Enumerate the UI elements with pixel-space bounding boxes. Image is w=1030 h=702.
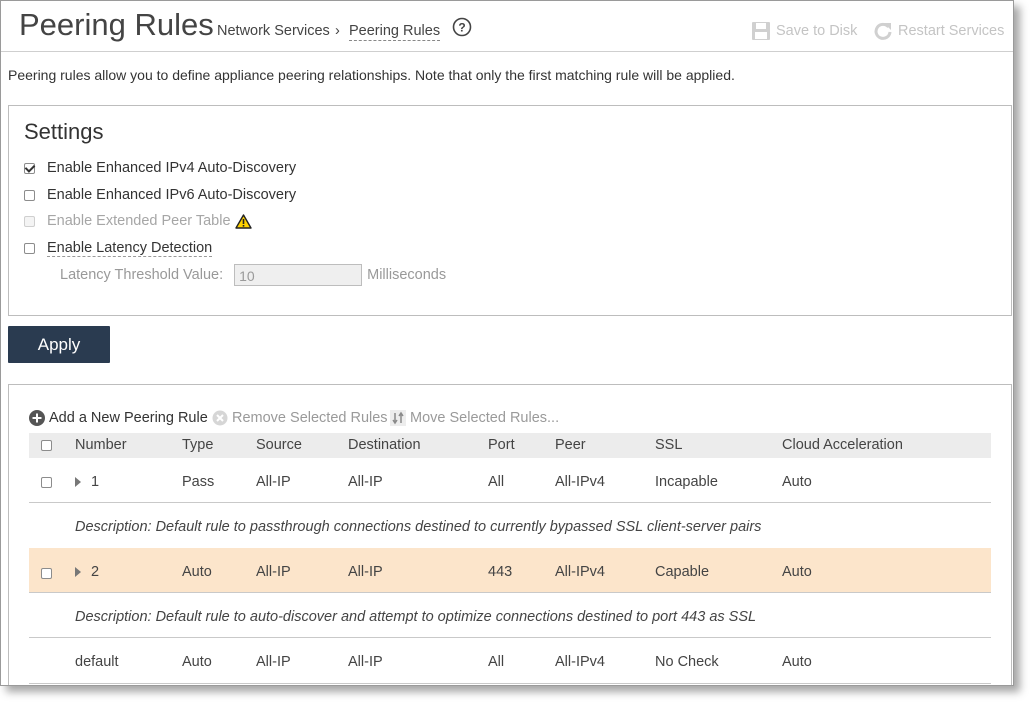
latency-threshold-label: Latency Threshold Value: xyxy=(60,267,224,283)
move-rules-button[interactable]: Move Selected Rules... xyxy=(390,410,559,426)
row-checkbox[interactable] xyxy=(41,568,52,579)
cell-peer: All-IPv4 xyxy=(555,474,605,490)
select-all-checkbox[interactable] xyxy=(41,440,52,451)
cell-type: Auto xyxy=(182,654,212,670)
restart-services-label: Restart Services xyxy=(898,23,1005,39)
row-description: Description: Default rule to auto-discov… xyxy=(75,609,757,625)
restart-services-button[interactable]: Restart Services xyxy=(873,21,1004,41)
row-divider xyxy=(29,683,991,684)
warning-icon[interactable] xyxy=(234,213,252,229)
cell-cloud-acceleration: Auto xyxy=(782,474,812,490)
ipv6-autodiscovery-option[interactable]: Enable Enhanced IPv6 Auto-Discovery xyxy=(24,187,296,203)
cell-destination: All-IP xyxy=(348,564,383,580)
col-peer[interactable]: Peer xyxy=(555,437,586,453)
breadcrumb-peering-rules[interactable]: Peering Rules xyxy=(349,23,441,41)
cell-port: All xyxy=(488,654,505,670)
col-number[interactable]: Number xyxy=(75,437,127,453)
ipv6-autodiscovery-checkbox[interactable] xyxy=(24,189,35,201)
help-icon[interactable]: ? xyxy=(452,17,472,37)
table-row-default[interactable]: default Auto All-IP All-IP All All-IPv4 … xyxy=(29,641,991,685)
extended-peer-table-label: Enable Extended Peer Table xyxy=(47,213,231,229)
cell-source: All-IP xyxy=(256,564,291,580)
latency-detection-label: Enable Latency Detection xyxy=(47,240,213,257)
expand-triangle-icon[interactable] xyxy=(75,477,81,487)
ipv4-autodiscovery-label: Enable Enhanced IPv4 Auto-Discovery xyxy=(47,160,297,176)
extended-peer-table-option: Enable Extended Peer Table xyxy=(24,213,252,229)
col-source[interactable]: Source xyxy=(256,437,302,453)
expand-triangle-icon[interactable] xyxy=(75,567,81,577)
latency-detection-checkbox[interactable] xyxy=(24,243,35,254)
latency-threshold-input[interactable]: 10 xyxy=(234,264,363,286)
restart-icon xyxy=(874,22,892,40)
table-header: Number Type Source Destination Port Peer… xyxy=(29,433,991,458)
cell-source: All-IP xyxy=(256,654,291,670)
header-divider xyxy=(1,51,1013,52)
cell-destination: All-IP xyxy=(348,474,383,490)
col-destination[interactable]: Destination xyxy=(348,437,421,453)
cell-destination: All-IP xyxy=(348,654,383,670)
intro-text: Peering rules allow you to define applia… xyxy=(8,67,735,83)
apply-button[interactable]: Apply xyxy=(8,326,110,363)
move-rules-label: Move Selected Rules... xyxy=(410,410,560,426)
latency-detection-option[interactable]: Enable Latency Detection xyxy=(24,240,213,257)
page-title: Peering Rules xyxy=(19,7,214,42)
ipv4-autodiscovery-option[interactable]: Enable Enhanced IPv4 Auto-Discovery xyxy=(24,160,296,176)
ipv4-autodiscovery-checkbox[interactable] xyxy=(24,162,35,174)
col-port[interactable]: Port xyxy=(488,437,515,453)
svg-text:?: ? xyxy=(458,21,465,35)
cell-ssl: No Check xyxy=(655,654,719,670)
row-divider xyxy=(29,592,991,593)
cell-cloud-acceleration: Auto xyxy=(782,564,812,580)
cell-type: Pass xyxy=(182,474,215,490)
remove-rules-button[interactable]: Remove Selected Rules xyxy=(212,410,388,426)
add-rule-button[interactable]: Add a New Peering Rule xyxy=(29,410,208,426)
settings-panel: Settings Enable Enhanced IPv4 Auto-Disco… xyxy=(8,105,1012,316)
breadcrumb-separator: › xyxy=(335,23,340,39)
remove-circle-icon xyxy=(212,410,228,426)
cell-type: Auto xyxy=(182,564,212,580)
cell-number: 2 xyxy=(91,564,100,580)
latency-unit-label: Milliseconds xyxy=(367,267,447,283)
settings-title: Settings xyxy=(24,119,104,144)
cell-peer: All-IPv4 xyxy=(555,564,605,580)
cell-ssl: Capable xyxy=(655,564,710,580)
breadcrumb-network-services[interactable]: Network Services xyxy=(217,23,330,39)
extended-peer-table-checkbox xyxy=(24,215,35,227)
col-type[interactable]: Type xyxy=(182,437,213,453)
cell-port: All xyxy=(488,474,505,490)
save-disk-icon xyxy=(752,22,770,40)
cell-source: All-IP xyxy=(256,474,291,490)
row-checkbox[interactable] xyxy=(41,477,52,488)
cell-port: 443 xyxy=(488,564,513,580)
add-rule-label: Add a New Peering Rule xyxy=(49,410,208,426)
cell-cloud-acceleration: Auto xyxy=(782,654,812,670)
row-divider xyxy=(29,637,991,638)
table-row[interactable]: 1 Pass All-IP All-IP All All-IPv4 Incapa… xyxy=(29,461,991,505)
remove-rules-label: Remove Selected Rules xyxy=(232,410,388,426)
move-updown-icon xyxy=(390,410,406,426)
row-divider xyxy=(29,502,991,503)
cell-number: default xyxy=(75,654,119,670)
latency-threshold-row: Latency Threshold Value: 10 Milliseconds xyxy=(60,264,446,286)
row-description: Description: Default rule to passthrough… xyxy=(75,519,762,535)
ipv6-autodiscovery-label: Enable Enhanced IPv6 Auto-Discovery xyxy=(47,187,297,203)
add-circle-icon xyxy=(29,410,45,426)
cell-peer: All-IPv4 xyxy=(555,654,605,670)
app-window: Peering Rules Network Services › Peering… xyxy=(0,0,1014,686)
save-to-disk-button[interactable]: Save to Disk xyxy=(751,21,857,41)
cell-number: 1 xyxy=(91,474,100,490)
cell-ssl: Incapable xyxy=(655,474,718,490)
save-to-disk-label: Save to Disk xyxy=(776,23,858,39)
col-cloud-acceleration[interactable]: Cloud Acceleration xyxy=(782,437,903,453)
peering-rules-panel: Add a New Peering Rule Remove Selected R… xyxy=(8,384,1012,685)
table-row-selected[interactable]: 2 Auto All-IP All-IP 443 All-IPv4 Capabl… xyxy=(29,548,991,592)
col-ssl[interactable]: SSL xyxy=(655,437,682,453)
